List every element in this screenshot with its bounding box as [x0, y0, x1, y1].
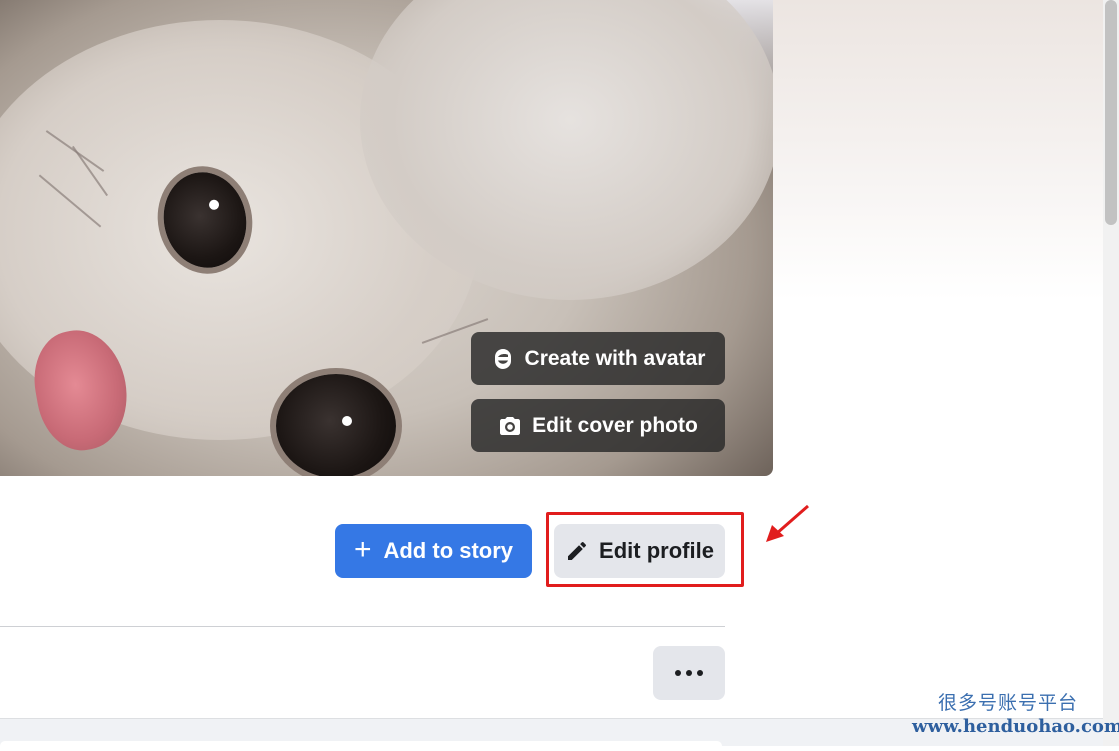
section-divider [0, 626, 725, 627]
avatar-icon [494, 348, 511, 369]
edit-cover-photo-label: Edit cover photo [532, 413, 698, 437]
add-to-story-label: Add to story [383, 538, 514, 563]
create-with-avatar-label: Create with avatar [524, 346, 706, 370]
highlight-annotation-box [546, 512, 744, 587]
watermark-url: www.henduohao.com [912, 716, 1119, 737]
more-options-button[interactable] [653, 646, 725, 700]
more-horizontal-icon [675, 670, 681, 676]
add-to-story-button[interactable]: + Add to story [335, 524, 532, 578]
header-backdrop [773, 0, 1103, 300]
cover-photo: Create with avatar Edit cover photo [0, 0, 773, 476]
cat-eye [276, 374, 396, 476]
watermark-text: 很多号账号平台 [938, 692, 1079, 714]
scrollbar-thumb[interactable] [1105, 0, 1117, 225]
camera-icon [500, 416, 521, 435]
annotation-arrow-icon [766, 504, 809, 542]
edit-cover-photo-button[interactable]: Edit cover photo [471, 399, 725, 452]
plus-icon: + [353, 532, 372, 566]
content-card [0, 741, 722, 751]
create-with-avatar-button[interactable]: Create with avatar [471, 332, 725, 385]
